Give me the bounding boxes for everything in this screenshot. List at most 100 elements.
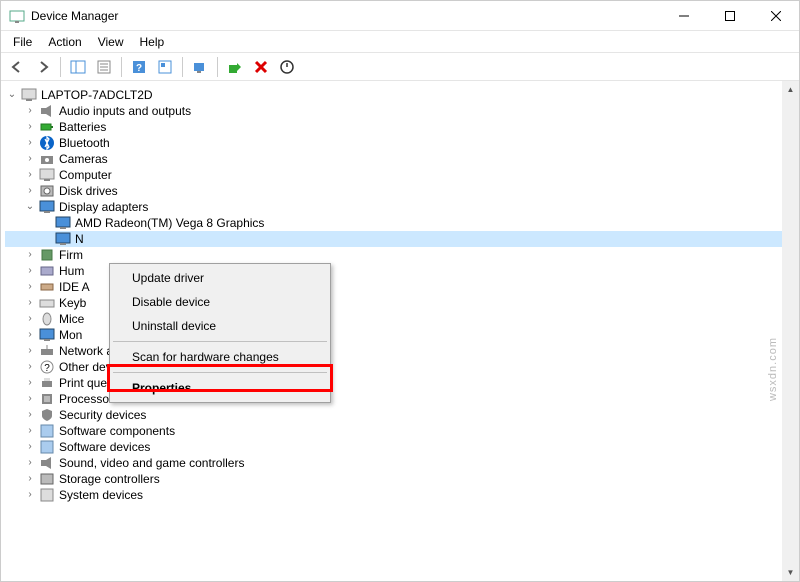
- back-button[interactable]: [5, 55, 29, 79]
- tree-label: Sound, video and game controllers: [59, 455, 244, 471]
- context-disable-device[interactable]: Disable device: [112, 290, 328, 314]
- context-properties[interactable]: Properties: [112, 376, 328, 400]
- device-manager-window: Device Manager File Action View Help ?: [0, 0, 800, 582]
- expand-icon[interactable]: ›: [23, 408, 37, 422]
- collapse-icon[interactable]: ⌄: [5, 88, 19, 102]
- expand-icon[interactable]: ›: [23, 376, 37, 390]
- scroll-up-button[interactable]: ▲: [782, 81, 799, 98]
- tree-label: Bluetooth: [59, 135, 110, 151]
- tree-node[interactable]: › Firm: [5, 247, 795, 263]
- expand-icon[interactable]: ›: [23, 424, 37, 438]
- tree-node[interactable]: › Bluetooth: [5, 135, 795, 151]
- app-icon: [9, 8, 25, 24]
- uninstall-button[interactable]: [249, 55, 273, 79]
- system-icon: [39, 487, 55, 503]
- sound-icon: [39, 455, 55, 471]
- context-menu: Update driver Disable device Uninstall d…: [109, 263, 331, 403]
- action-button[interactable]: [153, 55, 177, 79]
- minimize-button[interactable]: [661, 1, 707, 31]
- tree-label: Display adapters: [59, 199, 148, 215]
- toolbar-separator: [182, 57, 183, 77]
- tree-node-display-adapters[interactable]: ⌄ Display adapters: [5, 199, 795, 215]
- tree-node[interactable]: › Sound, video and game controllers: [5, 455, 795, 471]
- tree-node[interactable]: ›System devices: [5, 487, 795, 503]
- expand-icon[interactable]: ›: [23, 312, 37, 326]
- expand-icon[interactable]: ›: [23, 280, 37, 294]
- tree-label: N: [75, 231, 84, 247]
- maximize-button[interactable]: [707, 1, 753, 31]
- display-icon: [39, 199, 55, 215]
- properties-button[interactable]: [92, 55, 116, 79]
- tree-label: Mon: [59, 327, 82, 343]
- toolbar-separator: [60, 57, 61, 77]
- tree-label: Storage controllers: [59, 471, 160, 487]
- tree-content: ⌄ LAPTOP-7ADCLT2D ›Audio inputs and outp…: [1, 81, 799, 581]
- expand-icon[interactable]: ›: [23, 472, 37, 486]
- collapse-icon[interactable]: ⌄: [23, 200, 37, 214]
- software-icon: [39, 439, 55, 455]
- svg-text:?: ?: [44, 363, 50, 374]
- context-separator: [113, 341, 327, 342]
- menu-file[interactable]: File: [5, 33, 40, 51]
- close-button[interactable]: [753, 1, 799, 31]
- keyboard-icon: [39, 295, 55, 311]
- expand-icon[interactable]: ›: [23, 248, 37, 262]
- tree-node[interactable]: ›Software devices: [5, 439, 795, 455]
- expand-icon[interactable]: ›: [23, 344, 37, 358]
- show-hide-tree-button[interactable]: [66, 55, 90, 79]
- tree-leaf-selected[interactable]: N: [5, 231, 795, 247]
- tree-label: Computer: [59, 167, 112, 183]
- camera-icon: [39, 151, 55, 167]
- expand-icon[interactable]: ›: [23, 296, 37, 310]
- tree-node[interactable]: ›Cameras: [5, 151, 795, 167]
- update-driver-button[interactable]: [223, 55, 247, 79]
- scan-hardware-button[interactable]: [188, 55, 212, 79]
- toolbar-separator: [217, 57, 218, 77]
- tree-node[interactable]: ›Audio inputs and outputs: [5, 103, 795, 119]
- scroll-down-button[interactable]: ▼: [782, 564, 799, 581]
- expand-icon[interactable]: ›: [23, 488, 37, 502]
- tree-node[interactable]: ›Security devices: [5, 407, 795, 423]
- menu-action[interactable]: Action: [40, 33, 89, 51]
- tree-leaf-amd[interactable]: AMD Radeon(TM) Vega 8 Graphics: [5, 215, 795, 231]
- expand-icon[interactable]: ›: [23, 120, 37, 134]
- software-icon: [39, 423, 55, 439]
- menu-view[interactable]: View: [90, 33, 132, 51]
- tree-root[interactable]: ⌄ LAPTOP-7ADCLT2D: [5, 87, 795, 103]
- expand-icon[interactable]: ›: [23, 184, 37, 198]
- help-button[interactable]: ?: [127, 55, 151, 79]
- tree-label: Mice: [59, 311, 84, 327]
- battery-icon: [39, 119, 55, 135]
- toolbar: ?: [1, 53, 799, 81]
- menu-help[interactable]: Help: [132, 33, 173, 51]
- expand-icon[interactable]: ›: [23, 440, 37, 454]
- context-scan-hardware[interactable]: Scan for hardware changes: [112, 345, 328, 369]
- tree-node[interactable]: › Computer: [5, 167, 795, 183]
- disable-button[interactable]: [275, 55, 299, 79]
- forward-button[interactable]: [31, 55, 55, 79]
- expand-icon[interactable]: ›: [23, 104, 37, 118]
- expand-icon[interactable]: ›: [23, 152, 37, 166]
- context-uninstall-device[interactable]: Uninstall device: [112, 314, 328, 338]
- monitor-icon: [39, 327, 55, 343]
- display-icon: [55, 231, 71, 247]
- context-update-driver[interactable]: Update driver: [112, 266, 328, 290]
- tree-node[interactable]: ›Disk drives: [5, 183, 795, 199]
- expand-icon[interactable]: ›: [23, 360, 37, 374]
- tree-label: AMD Radeon(TM) Vega 8 Graphics: [75, 215, 264, 231]
- expand-icon[interactable]: ›: [23, 328, 37, 342]
- tree-node[interactable]: › Batteries: [5, 119, 795, 135]
- tree-node[interactable]: ›Software components: [5, 423, 795, 439]
- tree-label: Batteries: [59, 119, 106, 135]
- expand-icon[interactable]: ›: [23, 136, 37, 150]
- vertical-scrollbar[interactable]: ▲ ▼: [782, 81, 799, 581]
- expand-icon[interactable]: ›: [23, 168, 37, 182]
- expand-icon[interactable]: ›: [23, 392, 37, 406]
- expand-icon[interactable]: ›: [23, 456, 37, 470]
- security-icon: [39, 407, 55, 423]
- toolbar-separator: [121, 57, 122, 77]
- tree-node[interactable]: › Storage controllers: [5, 471, 795, 487]
- tree-label: Firm: [59, 247, 83, 263]
- window-title: Device Manager: [31, 9, 661, 23]
- expand-icon[interactable]: ›: [23, 264, 37, 278]
